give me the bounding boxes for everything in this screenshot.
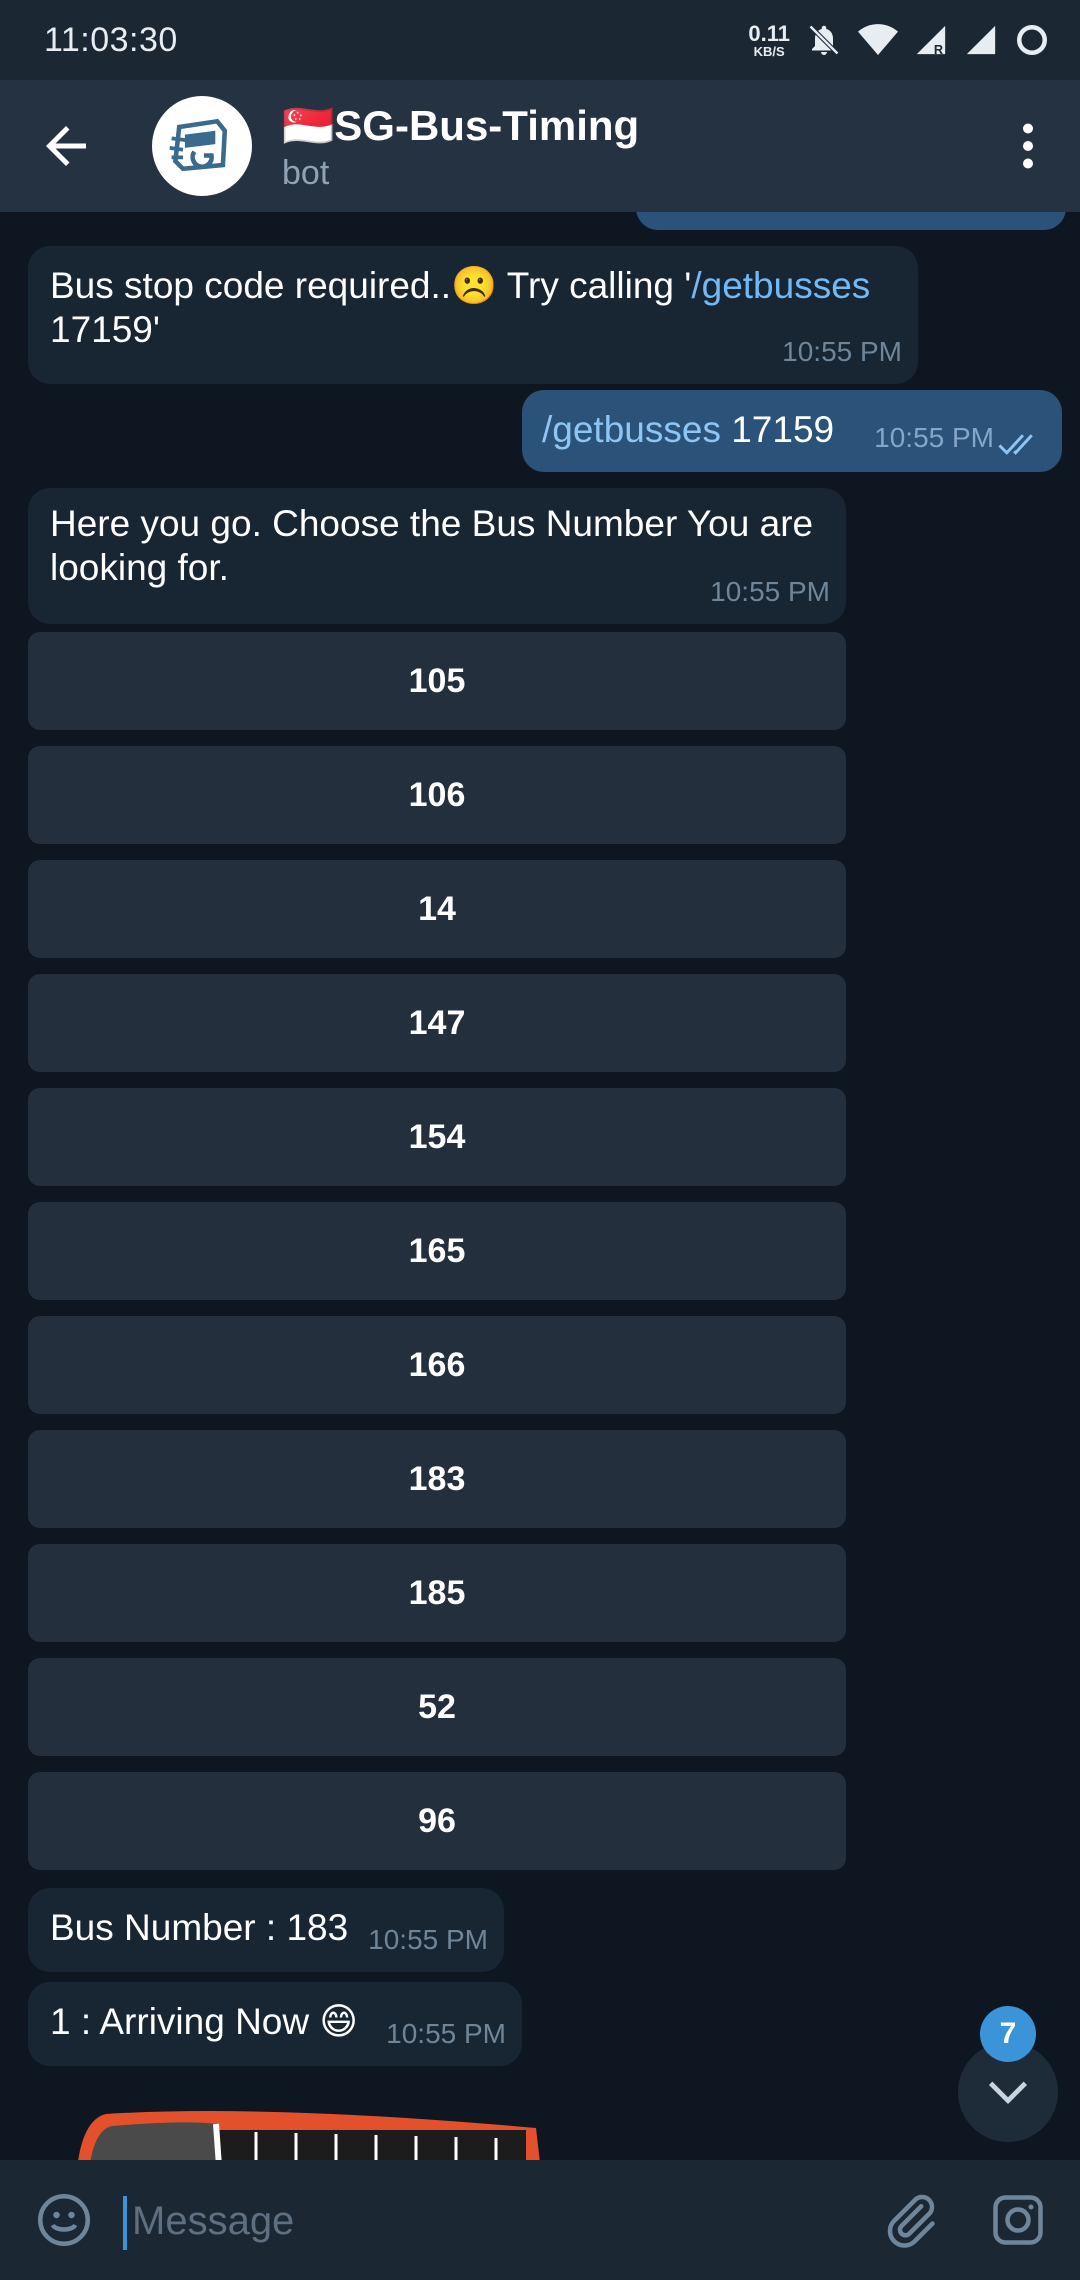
wifi-icon — [858, 24, 898, 55]
message-text: Try calling ' — [497, 265, 692, 306]
status-icons: 0.11 KB/S R — [748, 22, 1050, 58]
more-options-button[interactable] — [998, 116, 1058, 176]
command-link[interactable]: /getbusses — [542, 409, 721, 450]
chat-title-text: SG-Bus-Timing — [334, 102, 640, 149]
bus-button-185[interactable]: 185 — [28, 1544, 846, 1642]
chevron-down-icon — [988, 2081, 1028, 2105]
cell-signal-icon — [966, 25, 996, 55]
bot-avatar[interactable] — [152, 96, 252, 196]
message-bubble[interactable]: Bus stop code required..☹️ Try calling '… — [28, 246, 918, 384]
message-text: Bus stop code required.. — [50, 265, 452, 306]
muted-bell-icon — [808, 24, 840, 56]
message-bubble[interactable]: Here you go. Choose the Bus Number You a… — [28, 488, 846, 624]
message-text: Bus Number : 183 — [50, 1907, 349, 1948]
message-bubble-outgoing[interactable]: /getbusses 17159 10:55 PM — [522, 390, 1062, 472]
bus-button-147[interactable]: 147 — [28, 974, 846, 1072]
camera-icon — [993, 2195, 1043, 2245]
command-link[interactable]: /getbusses — [691, 265, 870, 306]
message-bubble[interactable]: Bus Number : 183 10:55 PM — [28, 1888, 504, 1972]
status-bar: 11:03:30 0.11 KB/S R — [0, 0, 1080, 80]
more-vertical-icon — [1023, 123, 1033, 169]
camera-button[interactable] — [988, 2190, 1048, 2250]
bus-logo-icon — [169, 118, 228, 172]
bus-sticker[interactable] — [66, 2100, 546, 2160]
bus-button-52[interactable]: 52 — [28, 1658, 846, 1756]
chat-title[interactable]: 🇸🇬SG-Bus-Timing — [282, 102, 639, 151]
message-time: 10:55 PM — [710, 576, 830, 607]
battery-icon — [1017, 25, 1047, 55]
previous-message-partial — [636, 212, 1066, 230]
frowning-emoji: ☹️ — [451, 265, 498, 306]
bus-button-14[interactable]: 14 — [28, 860, 846, 958]
back-button[interactable] — [36, 116, 96, 176]
chat-subtitle: bot — [282, 154, 330, 192]
bus-button-154[interactable]: 154 — [28, 1088, 846, 1186]
network-speed-unit: KB/S — [753, 43, 785, 59]
grinning-emoji: 😄 — [319, 2001, 358, 2042]
bus-button-106[interactable]: 106 — [28, 746, 846, 844]
bus-button-166[interactable]: 166 — [28, 1316, 846, 1414]
read-checkmarks-icon — [998, 434, 1033, 455]
network-speed-value: 0.11 — [748, 20, 790, 46]
bus-button-165[interactable]: 165 — [28, 1202, 846, 1300]
message-list[interactable]: Bus stop code required..☹️ Try calling '… — [0, 212, 1080, 2160]
smiley-icon — [38, 2194, 90, 2246]
message-input[interactable] — [130, 2188, 854, 2254]
bus-button-183[interactable]: 183 — [28, 1430, 846, 1528]
message-text: 1 : Arriving Now — [50, 2001, 320, 2042]
message-time: 10:55 PM — [782, 336, 902, 367]
message-text: 17159 — [720, 409, 835, 450]
bus-button-105[interactable]: 105 — [28, 632, 846, 730]
cell-signal-roaming-icon: R — [916, 25, 946, 57]
message-text: Here you go. Choose the Bus Number You a… — [50, 503, 814, 588]
text-cursor — [123, 2196, 127, 2250]
unread-count-badge: 7 — [980, 2006, 1036, 2062]
message-bubble[interactable]: 1 : Arriving Now 😄 10:55 PM — [28, 1982, 522, 2066]
message-time: 10:55 PM — [368, 1924, 488, 1955]
bus-button-96[interactable]: 96 — [28, 1772, 846, 1870]
singapore-flag: 🇸🇬 — [282, 102, 335, 149]
arrow-back-icon — [46, 126, 86, 166]
bus-sticker-image — [78, 2111, 540, 2160]
message-time: 10:55 PM — [386, 2018, 506, 2049]
status-time: 11:03:30 — [44, 20, 178, 59]
message-text: 17159' — [50, 309, 160, 350]
paperclip-icon — [887, 2194, 935, 2248]
network-speed: 0.11 KB/S — [748, 20, 790, 59]
message-composer — [0, 2160, 1080, 2280]
message-time: 10:55 PM — [874, 422, 994, 453]
svg-text:R: R — [934, 42, 943, 57]
emoji-button[interactable] — [34, 2190, 94, 2250]
attach-button[interactable] — [880, 2190, 940, 2250]
chat-header: 🇸🇬SG-Bus-Timing bot — [0, 80, 1080, 212]
